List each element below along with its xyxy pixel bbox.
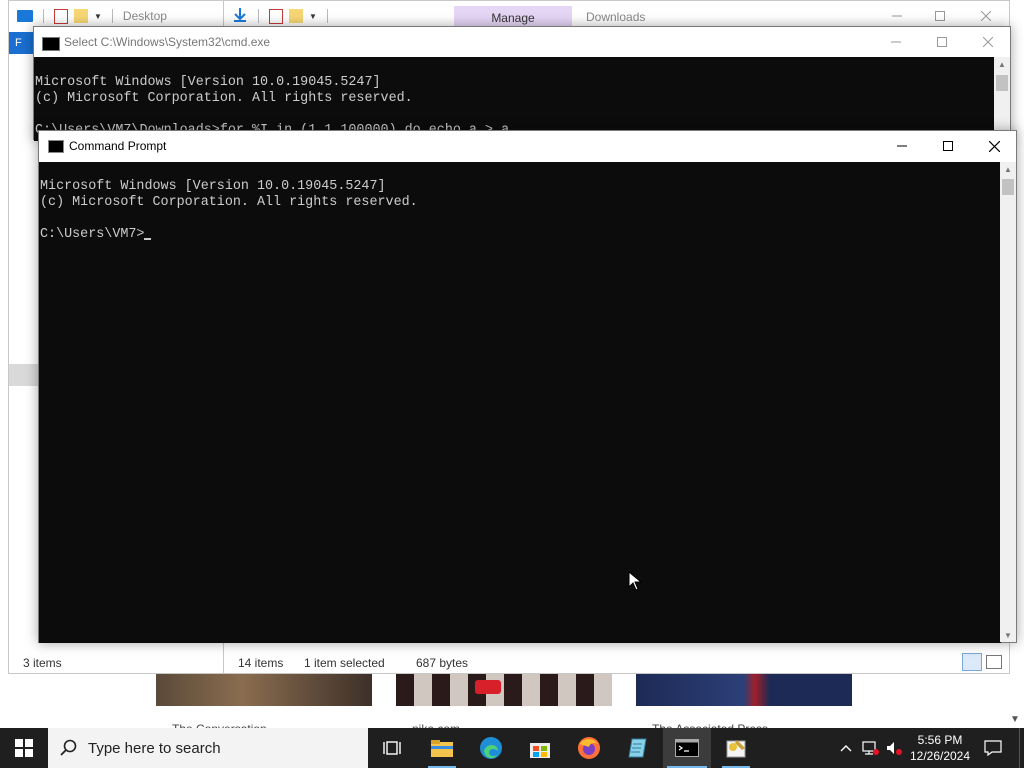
- background-webpage: The Conversation nike.com The Associated…: [150, 672, 870, 728]
- scroll-down-icon[interactable]: ▼: [1000, 631, 1016, 640]
- clock-time: 5:56 PM: [917, 733, 963, 747]
- edge-icon: [480, 737, 502, 759]
- scrollbar-thumb[interactable]: [996, 75, 1008, 91]
- console-line: Microsoft Windows [Version 10.0.19045.52…: [40, 179, 386, 194]
- file-explorer-taskbar-button[interactable]: [418, 728, 466, 768]
- maximize-icon: [935, 11, 945, 21]
- title-bar[interactable]: Command Prompt: [39, 131, 1016, 161]
- desktop-folder-icon: [17, 10, 33, 22]
- web-card-3-image[interactable]: [636, 672, 852, 706]
- status-size: 687 bytes: [416, 656, 469, 670]
- qat-dropdown-icon[interactable]: ▼: [309, 12, 317, 21]
- window-title: Downloads: [586, 10, 646, 24]
- cmd-app-icon: [42, 37, 60, 51]
- console-output[interactable]: Microsoft Windows [Version 10.0.19045.52…: [39, 162, 1001, 643]
- status-item-count: 14 items: [238, 656, 284, 670]
- network-button[interactable]: [859, 728, 881, 768]
- network-disconnected-icon: [862, 741, 879, 755]
- properties-icon[interactable]: [269, 8, 283, 24]
- minimize-icon: [891, 41, 901, 43]
- prompt-line: C:\Users\VM7>: [40, 227, 1001, 243]
- task-view-icon: [383, 741, 401, 755]
- download-arrow-icon: [232, 7, 248, 26]
- status-item-count: 3 items: [23, 656, 62, 670]
- qat-dropdown-icon[interactable]: ▼: [94, 12, 102, 21]
- action-center-button[interactable]: [978, 728, 1008, 768]
- minimize-button[interactable]: [879, 131, 925, 161]
- store-icon: [530, 743, 550, 758]
- nav-selected-row: [9, 364, 39, 386]
- clock[interactable]: 5:56 PM 12/26/2024: [906, 728, 974, 768]
- scroll-up-icon[interactable]: ▲: [1000, 162, 1016, 174]
- cmd-window-select: Select C:\Windows\System32\cmd.exe Micro…: [33, 26, 1011, 141]
- notepad-icon: [628, 738, 647, 758]
- volume-button[interactable]: [883, 728, 905, 768]
- cmd-window-command-prompt: Command Prompt Microsoft Windows [Versio…: [38, 130, 1017, 643]
- close-button[interactable]: [971, 131, 1017, 161]
- close-icon: [983, 37, 993, 47]
- cmd-app-icon: [48, 140, 64, 153]
- title-bar[interactable]: Select C:\Windows\System32\cmd.exe: [34, 27, 1010, 57]
- web-card-2-image[interactable]: [396, 672, 612, 706]
- firefox-icon: [578, 737, 600, 759]
- maximize-icon: [943, 141, 953, 151]
- search-placeholder: Type here to search: [88, 740, 221, 757]
- close-icon: [988, 140, 1000, 152]
- properties-icon[interactable]: [54, 8, 68, 24]
- window-title: Select C:\Windows\System32\cmd.exe: [64, 35, 271, 49]
- web-card-2-badge: [475, 680, 501, 694]
- console-line: (c) Microsoft Corporation. All rights re…: [35, 91, 413, 106]
- close-icon: [981, 11, 991, 21]
- search-icon: [60, 739, 78, 760]
- new-folder-icon[interactable]: [289, 9, 303, 23]
- scrollbar[interactable]: ▲: [994, 57, 1010, 139]
- maximize-button[interactable]: [919, 27, 965, 57]
- notification-icon: [984, 740, 1002, 756]
- mouse-cursor-icon: [628, 570, 643, 594]
- minimize-button[interactable]: [873, 27, 919, 57]
- new-folder-icon[interactable]: [74, 9, 88, 23]
- maximize-icon: [937, 37, 947, 47]
- command-prompt-icon: [675, 739, 699, 757]
- web-card-1-image[interactable]: [156, 672, 372, 706]
- window-title: Command Prompt: [69, 139, 167, 153]
- console-line: Microsoft Windows [Version 10.0.19045.52…: [35, 75, 381, 90]
- firefox-taskbar-button[interactable]: [565, 728, 613, 768]
- taskbar: Type here to search 5:56 PM 12/26/2024: [0, 728, 1024, 768]
- scrollbar-thumb[interactable]: [1002, 179, 1014, 195]
- maximize-button[interactable]: [925, 131, 971, 161]
- status-selected: 1 item selected: [304, 656, 385, 670]
- paint-taskbar-button[interactable]: [712, 728, 760, 768]
- minimize-icon: [897, 145, 907, 147]
- console-output[interactable]: Microsoft Windows [Version 10.0.19045.52…: [34, 57, 995, 141]
- chevron-up-icon: [840, 745, 852, 752]
- console-line: (c) Microsoft Corporation. All rights re…: [40, 195, 418, 210]
- close-button[interactable]: [965, 27, 1011, 57]
- prompt-text: C:\Users\VM7>: [40, 227, 145, 242]
- text-cursor: [144, 238, 152, 240]
- start-button[interactable]: [0, 728, 48, 768]
- edge-taskbar-button[interactable]: [467, 728, 515, 768]
- show-desktop-button[interactable]: [1019, 728, 1024, 768]
- scroll-up-icon[interactable]: ▲: [994, 57, 1010, 69]
- store-taskbar-button[interactable]: [516, 728, 564, 768]
- windows-logo-icon: [15, 739, 33, 757]
- clock-date: 12/26/2024: [909, 749, 971, 763]
- task-view-button[interactable]: [368, 728, 416, 768]
- page-scroll-down-icon[interactable]: ▼: [1010, 714, 1020, 725]
- command-prompt-taskbar-button[interactable]: [663, 728, 711, 768]
- notepad-taskbar-button[interactable]: [614, 728, 662, 768]
- large-icons-view-button[interactable]: [986, 655, 1002, 669]
- scrollbar[interactable]: ▲ ▼: [1000, 162, 1016, 642]
- paint-icon: [726, 740, 746, 758]
- search-box[interactable]: Type here to search: [48, 728, 368, 768]
- window-title: Desktop: [122, 9, 167, 23]
- volume-muted-icon: [887, 742, 902, 755]
- details-view-button[interactable]: [962, 653, 982, 671]
- minimize-icon: [892, 15, 902, 17]
- show-hidden-icons-button[interactable]: [836, 728, 856, 768]
- folder-icon: [431, 740, 453, 757]
